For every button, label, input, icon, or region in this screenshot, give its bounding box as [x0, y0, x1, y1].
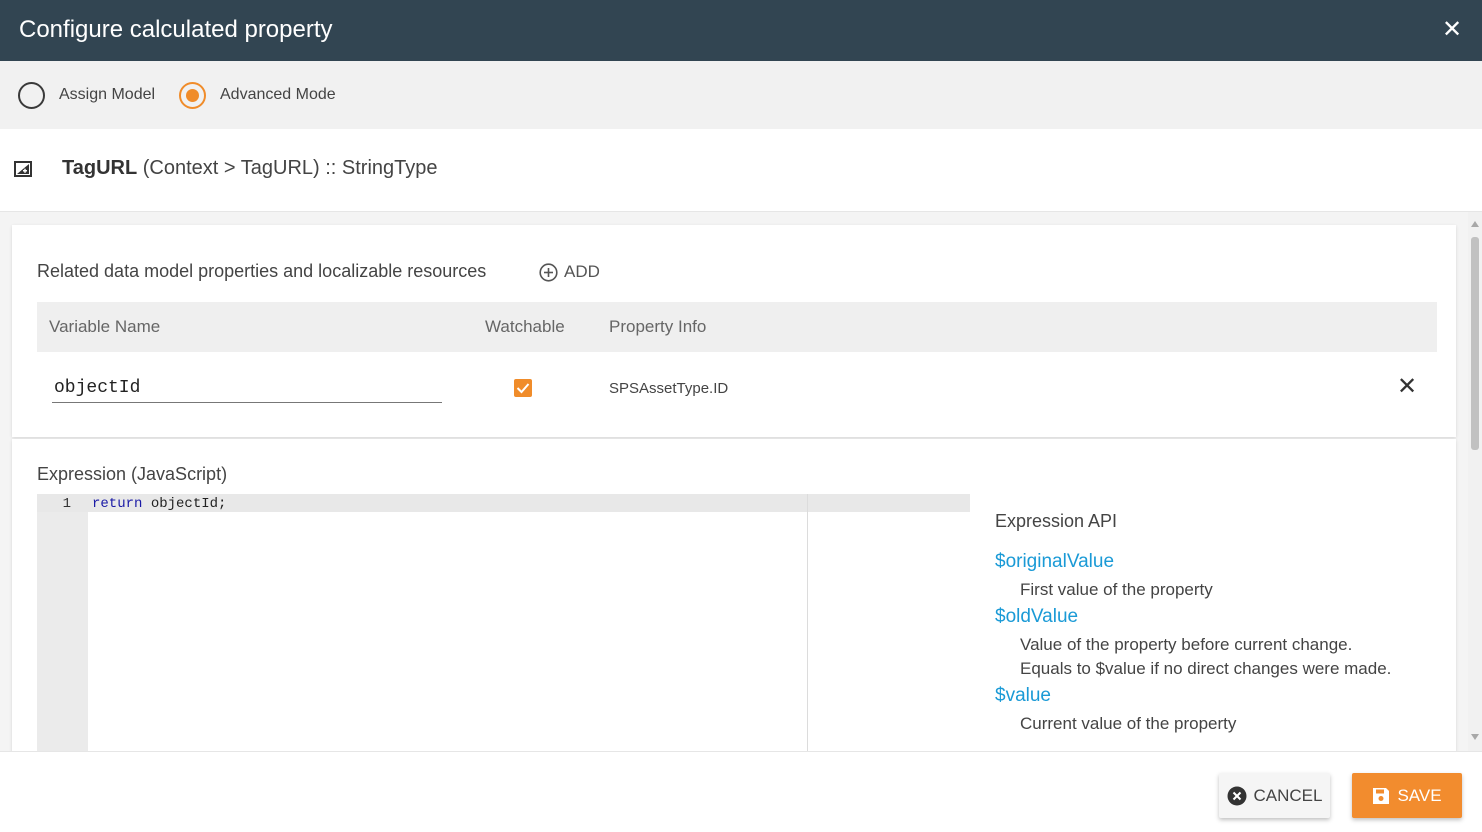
radio-assign-model[interactable]: [18, 82, 45, 109]
column-header-variable-name: Variable Name: [49, 317, 161, 336]
add-button-label: ADD: [564, 262, 600, 281]
expression-api-panel: Expression API $originalValue First valu…: [995, 439, 1445, 751]
radio-selected-dot: [186, 89, 199, 102]
checkmark-icon: [516, 383, 530, 394]
radio-label-advanced-mode[interactable]: Advanced Mode: [220, 86, 336, 104]
radio-advanced-mode[interactable]: [179, 82, 206, 109]
save-button-label: SAVE: [1397, 785, 1442, 805]
api-original-value-desc: First value of the property: [1020, 580, 1213, 599]
code-text: objectId;: [142, 496, 227, 512]
print-margin: [807, 494, 808, 751]
line-number: 1: [62, 496, 71, 512]
column-header-property-info: Property Info: [609, 317, 707, 336]
expression-api-title: Expression API: [995, 511, 1118, 531]
code-editor[interactable]: 1 return objectId;: [37, 494, 970, 751]
api-old-value-desc-2: Equals to $value if no direct changes we…: [1020, 659, 1392, 678]
property-header: TagURL (Context > TagURL) :: StringType: [0, 129, 1482, 212]
cancel-button-label: CANCEL: [1253, 785, 1323, 805]
content-area: Related data model properties and locali…: [0, 212, 1468, 751]
related-properties-card: Related data model properties and locali…: [12, 225, 1456, 437]
table-header: Variable Name Watchable Property Info: [37, 302, 1437, 352]
add-circle-icon: [539, 262, 558, 282]
remove-row-icon[interactable]: ✕: [1395, 375, 1419, 399]
edit-square-icon: [14, 161, 32, 177]
api-old-value[interactable]: $oldValue: [995, 606, 1078, 628]
property-name: TagURL: [62, 157, 138, 179]
cancel-circle-icon: [1227, 786, 1247, 806]
scroll-up-arrow[interactable]: [1471, 221, 1479, 227]
save-button[interactable]: SAVE: [1352, 773, 1462, 818]
api-value-desc: Current value of the property: [1020, 714, 1237, 733]
scroll-down-arrow[interactable]: [1471, 734, 1479, 740]
close-icon[interactable]: ✕: [1440, 16, 1464, 44]
api-value[interactable]: $value: [995, 685, 1051, 707]
related-properties-title: Related data model properties and locali…: [37, 261, 487, 281]
cancel-button[interactable]: CANCEL: [1219, 773, 1330, 818]
content-scrollbar[interactable]: [1468, 212, 1482, 751]
watchable-checkbox[interactable]: [514, 379, 532, 397]
dialog-footer: CANCEL SAVE: [0, 751, 1482, 832]
code-keyword: return: [92, 496, 143, 512]
variable-name-input[interactable]: [52, 373, 442, 403]
editor-gutter: [37, 494, 88, 751]
expression-card: Expression (JavaScript) 1 return objectI…: [12, 439, 1456, 751]
column-header-watchable: Watchable: [485, 317, 565, 336]
property-title: TagURL (Context > TagURL) :: StringType: [62, 157, 438, 180]
api-original-value[interactable]: $originalValue: [995, 551, 1114, 573]
property-info-value: SPSAssetType.ID: [609, 380, 729, 397]
api-old-value-desc: Value of the property before current cha…: [1020, 635, 1353, 654]
add-button[interactable]: ADD: [539, 261, 600, 283]
expression-title: Expression (JavaScript): [37, 464, 228, 484]
scrollbar-thumb[interactable]: [1471, 237, 1479, 450]
code-line[interactable]: return objectId;: [92, 496, 226, 512]
dialog-header: Configure calculated property ✕: [0, 0, 1482, 61]
radio-label-assign-model[interactable]: Assign Model: [59, 86, 155, 104]
mode-selector: Assign Model Advanced Mode: [0, 61, 1482, 129]
save-disk-icon: [1372, 787, 1390, 805]
property-path: (Context > TagURL) :: StringType: [142, 157, 438, 179]
dialog-title: Configure calculated property: [19, 16, 333, 43]
